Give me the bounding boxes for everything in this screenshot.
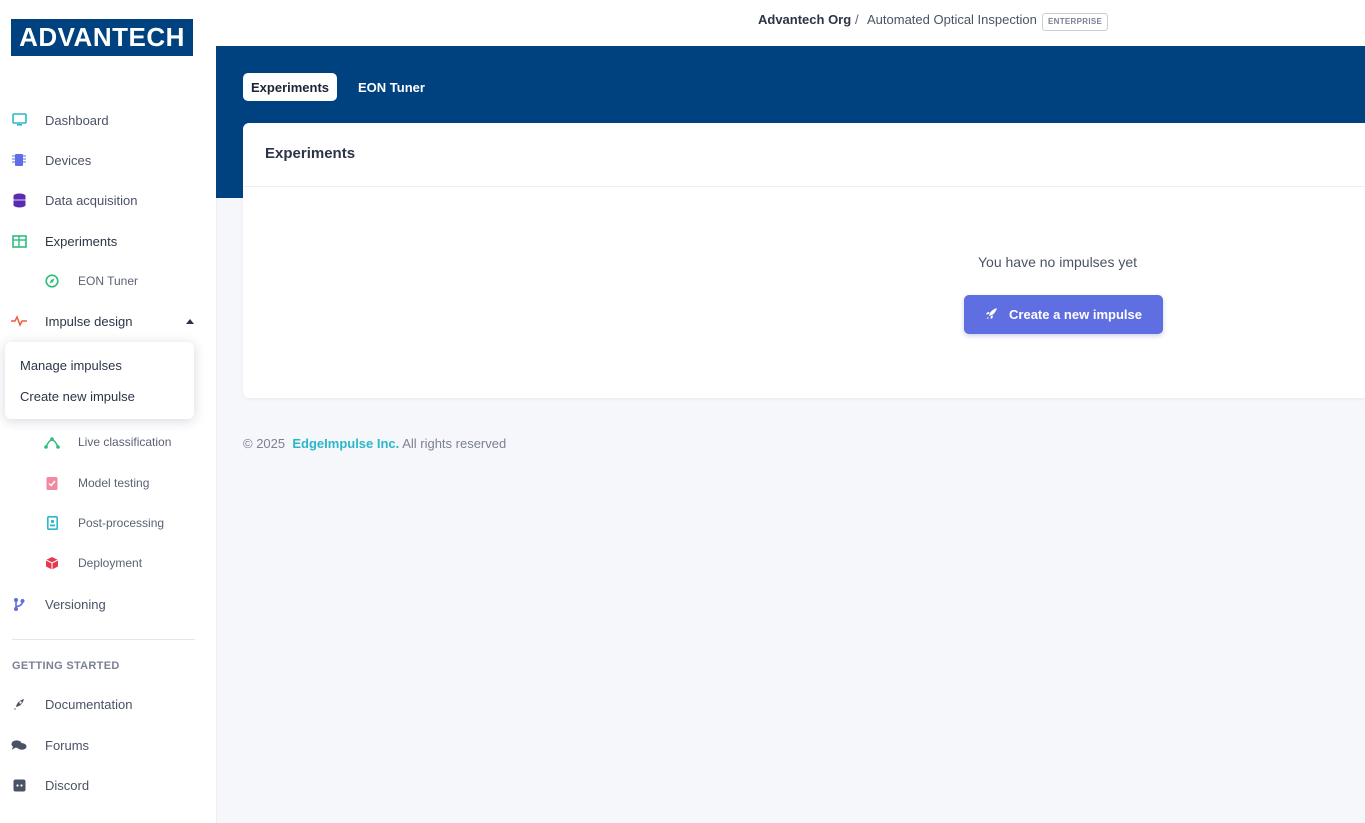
logo-text: ADVANTECH [19, 22, 185, 52]
card-title: Experiments [265, 145, 356, 162]
enterprise-badge: ENTERPRISE [1042, 13, 1109, 31]
sidebar-item-data-acquisition[interactable]: Data acquisition [0, 185, 216, 215]
section-title-getting-started: GETTING STARTED [12, 660, 120, 672]
tab-experiments[interactable]: Experiments [243, 73, 338, 101]
clipboard-check-icon [44, 475, 60, 491]
cube-icon [44, 555, 60, 571]
table-icon [11, 233, 27, 249]
sidebar-item-label: Dashboard [45, 112, 109, 128]
sidebar-item-experiments[interactable]: Experiments [0, 226, 216, 256]
sidebar-item-label: Documentation [45, 696, 133, 712]
discord-icon [11, 777, 27, 793]
breadcrumb-org[interactable]: Advantech Org [758, 12, 851, 27]
sidebar-item-live-classification[interactable]: Live classification [0, 427, 216, 457]
sidebar-item-post-processing[interactable]: Post-processing [0, 508, 216, 538]
sidebar-item-label: EON Tuner [78, 274, 139, 288]
rocket-doc-icon [11, 696, 27, 712]
footer-copyright: © 2025 [243, 436, 286, 451]
sidebar-item-devices[interactable]: Devices [0, 145, 216, 175]
id-badge-icon [44, 515, 60, 531]
sidebar-item-label: Forums [45, 737, 90, 753]
menu-item-manage-impulses[interactable]: Manage impulses [20, 358, 122, 373]
caret-up-icon[interactable] [186, 318, 194, 324]
rocket-icon [985, 306, 999, 323]
footer: © 2025 EdgeImpulse Inc. All rights reser… [243, 436, 506, 451]
advantech-logo[interactable]: ADVANTECH [11, 19, 193, 56]
sidebar-item-label: Live classification [78, 435, 172, 449]
database-icon [11, 192, 27, 208]
pulse-icon [11, 313, 27, 329]
sidebar-item-label: Model testing [78, 476, 150, 490]
sidebar-item-label: Experiments [45, 233, 118, 249]
sidebar: ADVANTECH Dashboard Devices Data acquisi… [0, 0, 216, 823]
sidebar-item-label: Post-processing [78, 516, 165, 530]
experiments-card: Experiments You have no impulses yet Cre… [243, 123, 1365, 398]
breadcrumb-separator: / [855, 12, 859, 27]
chat-icon [11, 737, 27, 753]
sidebar-divider [12, 639, 195, 640]
breadcrumb-project[interactable]: Automated Optical Inspection [867, 12, 1037, 27]
sidebar-item-label: Deployment [78, 556, 143, 570]
monitor-icon [11, 112, 27, 128]
chip-icon [11, 152, 27, 168]
sidebar-item-label: Discord [45, 777, 90, 793]
sidebar-item-dashboard[interactable]: Dashboard [0, 105, 216, 135]
network-icon [44, 434, 60, 450]
tab-eon-tuner[interactable]: EON Tuner [350, 73, 433, 101]
sidebar-item-label: Versioning [45, 596, 106, 612]
sidebar-item-documentation[interactable]: Documentation [0, 689, 216, 719]
compass-icon [44, 273, 60, 289]
sidebar-item-forums[interactable]: Forums [0, 730, 216, 760]
menu-item-create-new-impulse[interactable]: Create new impulse [20, 389, 135, 404]
impulse-dropdown-menu: Manage impulses Create new impulse [5, 342, 194, 419]
sidebar-item-impulse-design[interactable]: Impulse design [0, 306, 216, 336]
top-bar: Advantech Org / Automated Optical Inspec… [216, 0, 1365, 46]
sidebar-item-discord[interactable]: Discord [0, 770, 216, 800]
sidebar-item-versioning[interactable]: Versioning [0, 589, 216, 619]
card-header: Experiments [243, 123, 1365, 187]
footer-rights: All rights reserved [402, 436, 507, 451]
empty-state-text: You have no impulses yet [978, 254, 1138, 270]
sidebar-item-model-testing[interactable]: Model testing [0, 468, 216, 498]
branch-icon [11, 596, 27, 612]
create-impulse-button[interactable]: Create a new impulse [964, 295, 1163, 334]
sidebar-item-label: Devices [45, 152, 92, 168]
footer-brand-link[interactable]: EdgeImpulse Inc. [292, 436, 399, 451]
sidebar-item-eon-tuner[interactable]: EON Tuner [0, 266, 216, 296]
sidebar-item-label: Impulse design [45, 313, 133, 329]
create-impulse-label: Create a new impulse [1009, 307, 1142, 322]
sidebar-item-label: Data acquisition [45, 192, 138, 208]
sidebar-item-deployment[interactable]: Deployment [0, 548, 216, 578]
